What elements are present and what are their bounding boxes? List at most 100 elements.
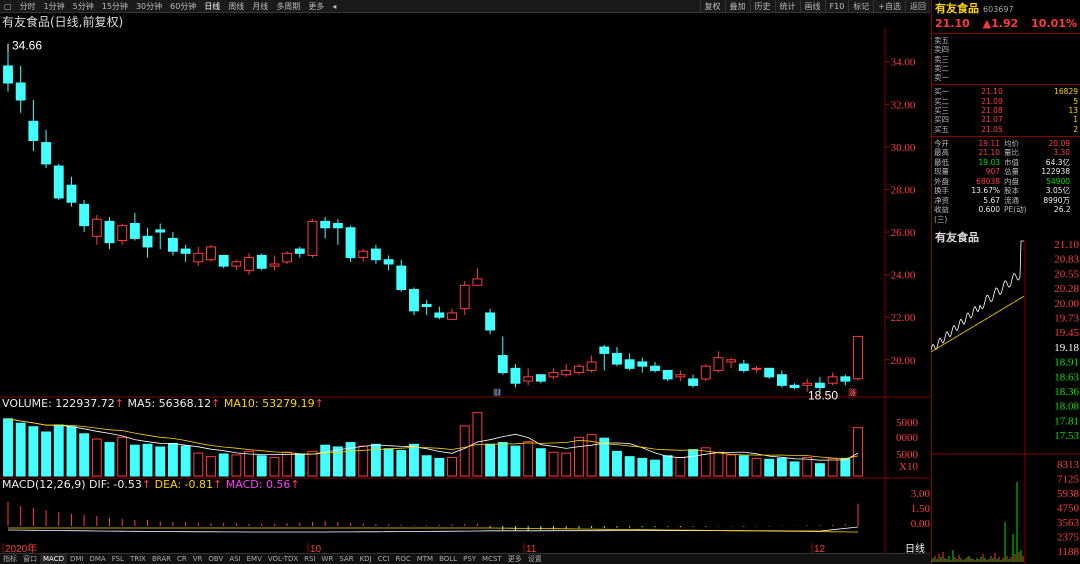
btn-f10[interactable]: F10 — [824, 0, 849, 13]
volume-bar — [129, 444, 140, 477]
btn-fuquan[interactable]: 复权 — [699, 0, 725, 13]
tab-1min[interactable]: 1分钟 — [40, 0, 69, 13]
volume-bar — [624, 456, 635, 477]
order-cell: 21.08 — [981, 106, 1003, 116]
indicator-tab[interactable]: MACD — [40, 554, 67, 564]
indicator-tab[interactable]: KDJ — [357, 554, 375, 564]
lock-icon[interactable]: ▢ — [0, 0, 16, 13]
tab-monthly[interactable]: 月线 — [248, 0, 272, 13]
indicator-tab[interactable]: FSL — [109, 554, 127, 564]
volume-bar — [244, 450, 254, 477]
volume-bar — [523, 441, 534, 477]
volume-bar — [282, 451, 293, 477]
indicator-tab[interactable]: ASI — [226, 554, 243, 564]
macd-legend: MACD(12,26,9) DIF: -0.53↑ DEA: -0.81↑ MA… — [2, 478, 300, 491]
indicator-tab[interactable]: TRIX — [127, 554, 149, 564]
indicator-tab[interactable]: PSY — [460, 554, 479, 564]
volume-tick-label: 0000 — [896, 432, 919, 444]
tab-weekly[interactable]: 周线 — [224, 0, 248, 13]
btn-overlay[interactable]: 叠加 — [724, 0, 750, 13]
candle-body — [180, 248, 191, 254]
tab-15min[interactable]: 15分钟 — [98, 0, 132, 13]
stock-code: 603697 — [983, 5, 1014, 14]
price-tick-label: 22.00 — [891, 312, 916, 324]
volume-bar — [535, 448, 546, 477]
indicator-tab[interactable]: EMV — [244, 554, 265, 564]
btn-draw[interactable]: 画线 — [799, 0, 825, 13]
intraday-mini-chart[interactable]: 21.10 20.83 20.55 20.28 20.00 19.73 19.45 19.18… — [931, 240, 1080, 564]
volume-bar — [383, 448, 394, 477]
btn-stats[interactable]: 统计 — [774, 0, 800, 13]
indicator-tab[interactable]: VOL-TDX — [265, 554, 301, 564]
tab-5min[interactable]: 5分钟 — [69, 0, 98, 13]
candle-body — [421, 303, 432, 308]
indicator-tab[interactable]: 设置 — [525, 554, 545, 564]
mini-price-label: 18.36 — [1054, 386, 1079, 398]
indicator-tab[interactable]: MCST — [479, 554, 505, 564]
candle-body — [15, 82, 26, 101]
volume-bar — [332, 446, 343, 477]
tab-60min[interactable]: 60分钟 — [166, 0, 200, 13]
indicator-tab[interactable]: BOLL — [436, 554, 460, 564]
stat-cell: 3.30 — [1053, 148, 1070, 158]
tab-daily[interactable]: 日线 — [200, 0, 224, 13]
indicator-tab[interactable]: SAR — [336, 554, 356, 564]
tab-30min[interactable]: 30分钟 — [132, 0, 166, 13]
indicator-tab[interactable]: MTM — [414, 554, 436, 564]
volume-bar — [510, 445, 521, 477]
dropdown-icon[interactable]: ◂ — [328, 0, 340, 13]
candle-body — [713, 357, 724, 371]
btn-add-watch[interactable]: +自选 — [873, 0, 905, 13]
stat-cell: 21.10 — [978, 148, 1000, 158]
volume-ma10: MA10: 53279.19 — [223, 397, 315, 410]
macd-tick-label: 0.00 — [911, 518, 930, 530]
candle-body — [459, 284, 470, 310]
price-tick-label: 24.00 — [891, 270, 916, 282]
period-toolbar: ▢ 分时 1分钟 5分钟 15分钟 30分钟 60分钟 日线 周线 月线 多周期… — [0, 0, 930, 13]
indicator-tab[interactable]: DMA — [86, 554, 108, 564]
volume-bar — [3, 418, 13, 477]
tab-multi[interactable]: 多周期 — [272, 0, 304, 13]
tab-more[interactable]: 更多 — [304, 0, 328, 13]
indicator-tab[interactable]: 更多 — [505, 554, 525, 564]
macd-dea: DEA: -0.81 — [154, 478, 214, 491]
kline-chart[interactable]: 34.00 32.00 30.00 28.00 26.00 24.00 22.00 20.00… — [0, 28, 930, 553]
btn-history[interactable]: 历史 — [749, 0, 775, 13]
candle-body — [79, 203, 90, 227]
mini-price-label: 20.83 — [1054, 254, 1079, 266]
volume-bar — [637, 457, 648, 477]
volume-bar — [726, 454, 737, 477]
indicator-tab[interactable]: WR — [319, 554, 337, 564]
mini-price-label: 18.91 — [1054, 357, 1079, 369]
btn-back[interactable]: 返回 — [905, 0, 930, 13]
candle-body — [447, 312, 457, 320]
candle-body — [599, 346, 610, 354]
month-label: 12 — [814, 544, 826, 553]
btn-mark[interactable]: 标记 — [848, 0, 873, 13]
indicator-tab[interactable]: CR — [174, 554, 190, 564]
tab-fenshi[interactable]: 分时 — [16, 0, 40, 13]
order-cell: 16829 — [1054, 87, 1078, 97]
volume-bar — [218, 453, 229, 477]
candle-body — [269, 263, 280, 267]
indicator-tab[interactable]: DMI — [67, 554, 87, 564]
indicator-tab[interactable]: 窗口 — [20, 554, 40, 564]
indicator-tab[interactable]: 指标 — [0, 554, 20, 564]
indicator-tab[interactable]: CCI — [375, 554, 393, 564]
mini-volume-label: 7125 — [1057, 474, 1080, 486]
volume-ma5: MA5: 56368.12 — [127, 397, 212, 410]
indicator-tab[interactable]: ROC — [392, 554, 413, 564]
candle-body — [396, 265, 407, 291]
indicator-tab[interactable]: VR — [190, 554, 206, 564]
order-row: 卖一 — [932, 73, 1080, 82]
order-cell: 买五 — [934, 124, 949, 134]
volume-bar — [421, 455, 432, 477]
indicator-tab[interactable]: RSI — [301, 554, 318, 564]
volume-bar — [485, 443, 496, 477]
volume-bar — [497, 442, 508, 477]
indicator-tab[interactable]: OBV — [205, 554, 226, 564]
volume-bar — [713, 451, 724, 477]
volume-bar — [751, 457, 762, 477]
order-cell: 1 — [1073, 115, 1078, 125]
indicator-tab[interactable]: BRAR — [149, 554, 174, 564]
